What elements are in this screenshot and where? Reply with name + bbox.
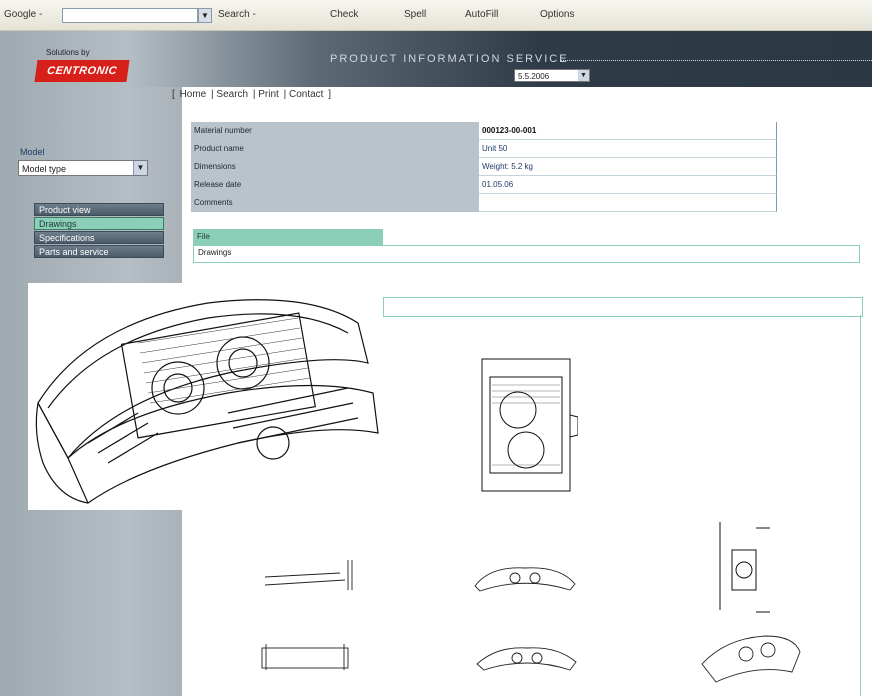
toolbar-spell-button[interactable]: Spell (404, 9, 426, 20)
nav-parts-service[interactable]: Parts and service (34, 245, 164, 258)
device-top-icon (264, 560, 353, 590)
date-select[interactable]: 5.5.2006 ▼ (514, 69, 590, 82)
topnav-bracket-close: ] (328, 89, 331, 100)
info-value: Unit 50 (479, 140, 777, 158)
section-tab[interactable]: File (193, 229, 383, 245)
drawing-thumbnail[interactable] (260, 555, 355, 595)
toolbar-options-button[interactable]: Options (540, 9, 574, 20)
chevron-down-icon[interactable]: ▼ (133, 161, 147, 175)
brand-logo[interactable]: CENTRONIC (34, 60, 130, 82)
google-search-input[interactable] (62, 8, 198, 23)
info-value: 01.05.06 (479, 176, 777, 194)
google-toolbar-label[interactable]: Google - (4, 9, 42, 20)
model-select[interactable]: Model type ▼ (18, 160, 148, 176)
info-key: Dimensions (191, 158, 479, 176)
drawing-thumbnail[interactable] (472, 640, 582, 674)
info-row: Comments (191, 194, 777, 212)
nav-specifications[interactable]: Specifications (34, 231, 164, 244)
info-key: Product name (191, 140, 479, 158)
info-row: Dimensions Weight: 5.2 kg (191, 158, 777, 176)
topnav-home-link[interactable]: Home (180, 89, 207, 100)
device-iso-icon (701, 635, 801, 683)
device-drawing-large-icon (35, 299, 379, 504)
logo-caption: Solutions by (46, 48, 90, 57)
model-label: Model (20, 147, 45, 157)
drawing-thumbnail[interactable] (478, 355, 579, 495)
info-value (479, 194, 777, 212)
drawing-thumbnail[interactable] (470, 556, 580, 594)
info-row: Material number 000123-00-001 (191, 122, 777, 140)
device-side-icon (719, 522, 770, 613)
topnav-bracket-open: [ (172, 89, 175, 100)
device-front-icon (481, 358, 579, 492)
drawing-thumbnail[interactable] (712, 520, 772, 620)
model-select-value: Model type (22, 164, 67, 174)
device-bottom-icon (261, 644, 349, 670)
info-row: Product name Unit 50 (191, 140, 777, 158)
toolbar-check-button[interactable]: Check (330, 9, 358, 20)
top-navigation: [ Home | Search | Print | Contact ] (172, 89, 331, 100)
drawing-thumbnail[interactable] (696, 628, 806, 686)
info-key: Comments (191, 194, 479, 212)
nav-product-view[interactable]: Product view (34, 203, 164, 216)
chevron-down-icon[interactable]: ▼ (578, 70, 589, 81)
device-front-angle-icon (476, 647, 577, 671)
drawing-thumbnail[interactable] (256, 640, 356, 674)
toolbar-autofill-button[interactable]: AutoFill (465, 9, 498, 20)
drawing-enlarged[interactable] (28, 283, 383, 510)
info-key: Material number (191, 122, 479, 140)
info-value: 000123-00-001 (479, 122, 777, 140)
topnav-contact-link[interactable]: Contact (289, 89, 323, 100)
date-select-value: 5.5.2006 (518, 72, 550, 81)
device-perspective-icon (474, 567, 576, 592)
info-table: Material number 000123-00-001 Product na… (191, 122, 777, 214)
toolbar-search-button[interactable]: Search - (218, 9, 256, 20)
banner-divider (560, 60, 872, 61)
topnav-search-link[interactable]: Search (216, 89, 248, 100)
dropdown-arrow-icon[interactable]: ▼ (198, 8, 212, 23)
nav-drawings[interactable]: Drawings (34, 217, 164, 230)
browser-toolbar: Google - ▼ Search - Check Spell AutoFill… (0, 0, 872, 31)
section-content: Drawings (193, 245, 860, 263)
drawings-panel-border (860, 315, 861, 696)
info-value: Weight: 5.2 kg (479, 158, 777, 176)
info-row: Release date 01.05.06 (191, 176, 777, 194)
info-key: Release date (191, 176, 479, 194)
drawings-header-bar (383, 297, 863, 317)
topnav-print-link[interactable]: Print (258, 89, 279, 100)
banner-title: PRODUCT INFORMATION SERVICE (330, 53, 569, 65)
